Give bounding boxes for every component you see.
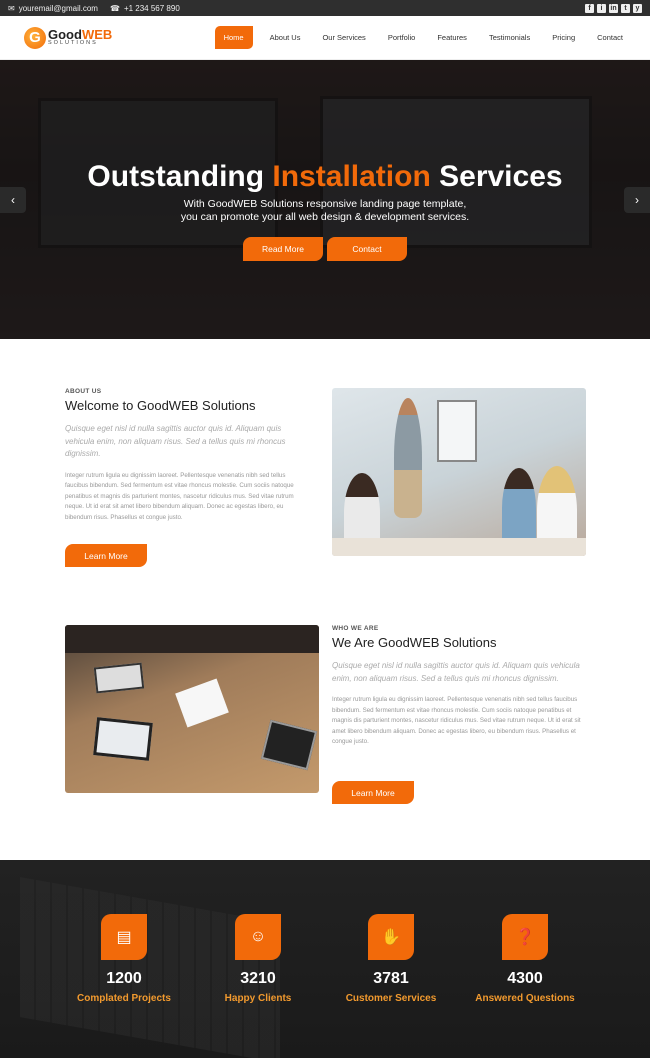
hero-subtitle-line2: you can promote your all web design & de… — [180, 211, 470, 223]
stat-clients: ☺ 3210 Happy Clients — [193, 914, 323, 1004]
attendee-figure — [502, 468, 536, 548]
stat-number: 3781 — [373, 970, 409, 987]
laptop-image — [93, 662, 145, 694]
contact-info: ✉ youremail@gmail.com ☎ +1 234 567 890 — [8, 4, 180, 13]
laptop-image — [260, 719, 318, 771]
who-lead: Quisque eget nisl id nulla sagittis auct… — [332, 661, 580, 683]
logo-mark-icon: G — [24, 26, 46, 49]
hero-title: Outstanding Installation Services — [0, 160, 650, 194]
smile-icon: ☺ — [235, 914, 281, 960]
instagram-icon[interactable]: i — [597, 3, 606, 13]
slider-next-button[interactable]: › — [624, 187, 650, 213]
read-more-button[interactable]: Read More — [243, 237, 323, 261]
slider-prev-button[interactable]: ‹ — [0, 187, 26, 213]
phone-icon: ☎ — [109, 3, 120, 13]
email-contact[interactable]: ✉ youremail@gmail.com — [8, 4, 98, 13]
phone-contact[interactable]: ☎ +1 234 567 890 — [110, 4, 180, 13]
who-body: Integer rutrum ligula eu dignissim laore… — [332, 696, 581, 745]
nav-item-portfolio[interactable]: Portfolio — [377, 27, 427, 48]
envelope-icon: ✉ — [8, 3, 15, 13]
hero-title-highlight: Installation — [272, 160, 431, 193]
people-image — [65, 625, 319, 653]
hero-slider: Outstanding Installation Services With G… — [0, 60, 650, 339]
headset-icon: ✋ — [368, 914, 414, 960]
hero-title-part: Outstanding — [87, 160, 265, 193]
about-section: ABOUT US Welcome to GoodWEB Solutions Qu… — [0, 339, 650, 860]
contact-button[interactable]: Contact — [327, 237, 407, 261]
nav-item-about-us[interactable]: About Us — [259, 27, 312, 48]
about-learn-more-button[interactable]: Learn More — [65, 544, 147, 567]
about-body: Integer rutrum ligula eu dignissim laore… — [65, 471, 294, 521]
logo[interactable]: G GoodWEB SOLUTIONS — [24, 26, 112, 49]
linkedin-icon[interactable]: in — [609, 3, 618, 13]
stat-projects: ▤ 1200 Complated Projects — [59, 914, 189, 1004]
nav-item-our-services[interactable]: Our Services — [311, 27, 376, 48]
who-title: We Are GoodWEB Solutions — [332, 635, 497, 650]
about-lead: Quisque eget nisl id nulla sagittis auct… — [65, 424, 286, 458]
about-title: Welcome to GoodWEB Solutions — [65, 398, 256, 413]
nav-item-features[interactable]: Features — [426, 27, 478, 48]
document-image — [175, 678, 229, 728]
email-text: youremail@gmail.com — [18, 3, 98, 13]
nav-item-contact[interactable]: Contact — [586, 27, 634, 48]
who-kicker: WHO WE ARE — [332, 625, 379, 632]
chat-icon: ❓ — [502, 914, 548, 960]
nav-item-testimonials[interactable]: Testimonials — [478, 27, 541, 48]
stat-services: ✋ 3781 Customer Services — [326, 914, 456, 1004]
main-navigation: G GoodWEB SOLUTIONS Home About Us Our Se… — [0, 16, 650, 60]
stat-questions: ❓ 4300 Answered Questions — [460, 914, 590, 1004]
hero-buttons: Read More Contact — [0, 237, 650, 261]
nav-menu: Home About Us Our Services Portfolio Fea… — [214, 26, 634, 49]
who-text: WHO WE ARE We Are GoodWEB Solutions Quis… — [332, 625, 582, 748]
flipchart-image — [437, 400, 477, 462]
briefcase-icon: ▤ — [101, 914, 147, 960]
about-kicker: ABOUT US — [65, 388, 102, 395]
facebook-icon[interactable]: f — [585, 3, 594, 13]
desk-photo — [65, 625, 319, 793]
presenter-figure — [394, 398, 422, 518]
phone-text: +1 234 567 890 — [123, 3, 180, 13]
stat-label: Answered Questions — [475, 993, 575, 1004]
nav-item-home[interactable]: Home — [214, 26, 253, 49]
stat-number: 4300 — [507, 970, 543, 987]
nav-item-pricing[interactable]: Pricing — [541, 27, 586, 48]
hero-subtitle-line1: With GoodWEB Solutions responsive landin… — [183, 198, 467, 210]
stats-section: ▤ 1200 Complated Projects ☺ 3210 Happy C… — [0, 860, 650, 1058]
about-text: ABOUT US Welcome to GoodWEB Solutions Qu… — [65, 388, 310, 523]
hero-subtitle: With GoodWEB Solutions responsive landin… — [0, 198, 650, 224]
who-learn-more-button[interactable]: Learn More — [332, 781, 414, 804]
stat-number: 3210 — [240, 970, 276, 987]
social-links: f i in t y — [585, 3, 642, 13]
stat-number: 1200 — [106, 970, 142, 987]
top-bar: ✉ youremail@gmail.com ☎ +1 234 567 890 f i… — [0, 0, 650, 16]
stat-label: Customer Services — [345, 993, 437, 1004]
table-image — [332, 538, 586, 556]
laptop-image — [93, 717, 153, 761]
hero-title-part: Services — [439, 160, 563, 193]
youtube-icon[interactable]: y — [633, 3, 642, 13]
stat-label: Happy Clients — [224, 993, 292, 1004]
stat-label: Complated Projects — [77, 993, 171, 1004]
meeting-photo — [332, 388, 586, 556]
twitter-icon[interactable]: t — [621, 3, 630, 13]
